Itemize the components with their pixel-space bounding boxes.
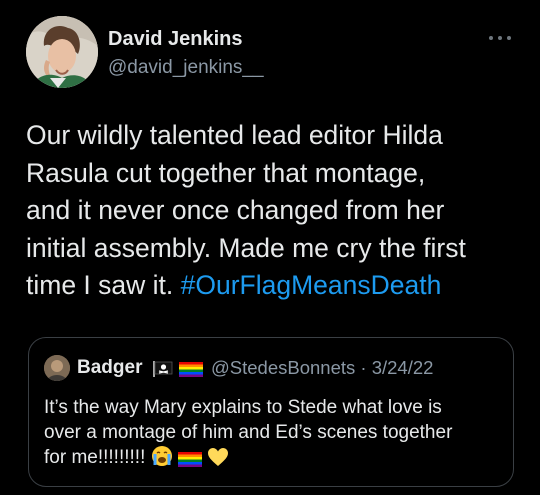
- hashtag-link[interactable]: #OurFlagMeansDeath: [181, 270, 442, 300]
- quoted-date[interactable]: 3/24/22: [372, 357, 434, 378]
- tweet-text-line: Rasula cut together that montage,: [26, 157, 426, 188]
- crying-face-emoji: [151, 445, 173, 475]
- tweet-text-prefix: time I saw it.: [26, 270, 181, 300]
- meta-separator: ·: [360, 357, 367, 378]
- quoted-text-end: for me!!!!!!!!!: [44, 447, 146, 468]
- author-name[interactable]: David Jenkins: [108, 28, 243, 51]
- quoted-author-name[interactable]: Badger: [77, 357, 142, 379]
- yellow-heart-emoji: [207, 447, 229, 475]
- quoted-text: It’s the way Mary explains to Stede what…: [44, 396, 504, 475]
- quoted-tweet[interactable]: Badger @StedesBonnets · 3/24/22 It’s the…: [28, 337, 514, 487]
- quoted-author-avatar[interactable]: [44, 355, 70, 381]
- quoted-author-handle[interactable]: @StedesBonnets: [211, 357, 355, 378]
- tweet-text-line: initial assembly. Made me cry the first: [26, 232, 466, 263]
- tweet-text-line: and it never once changed from her: [26, 195, 445, 225]
- quoted-text-line: It’s the way Mary explains to Stede what…: [44, 397, 442, 418]
- quoted-text-line: over a montage of him and Ed’s scenes to…: [44, 421, 453, 443]
- rainbow-flag-emoji: [179, 362, 203, 377]
- author-avatar[interactable]: [26, 16, 98, 88]
- quoted-text-line: for me!!!!!!!!!: [44, 445, 504, 475]
- more-horizontal-icon[interactable]: [489, 34, 511, 42]
- pirate-flag-emoji: [153, 361, 173, 377]
- quoted-meta: @StedesBonnets · 3/24/22: [211, 357, 433, 379]
- tweet: David Jenkins @david_jenkins__ Our wildl…: [0, 0, 540, 495]
- rainbow-flag-emoji: [177, 450, 202, 475]
- tweet-text-line: Our wildly talented lead editor Hilda: [26, 120, 443, 150]
- tweet-text-line: time I saw it. #OurFlagMeansDeath: [26, 267, 526, 305]
- tweet-text: Our wildly talented lead editor Hilda Ra…: [26, 117, 526, 305]
- author-handle[interactable]: @david_jenkins__: [108, 57, 264, 79]
